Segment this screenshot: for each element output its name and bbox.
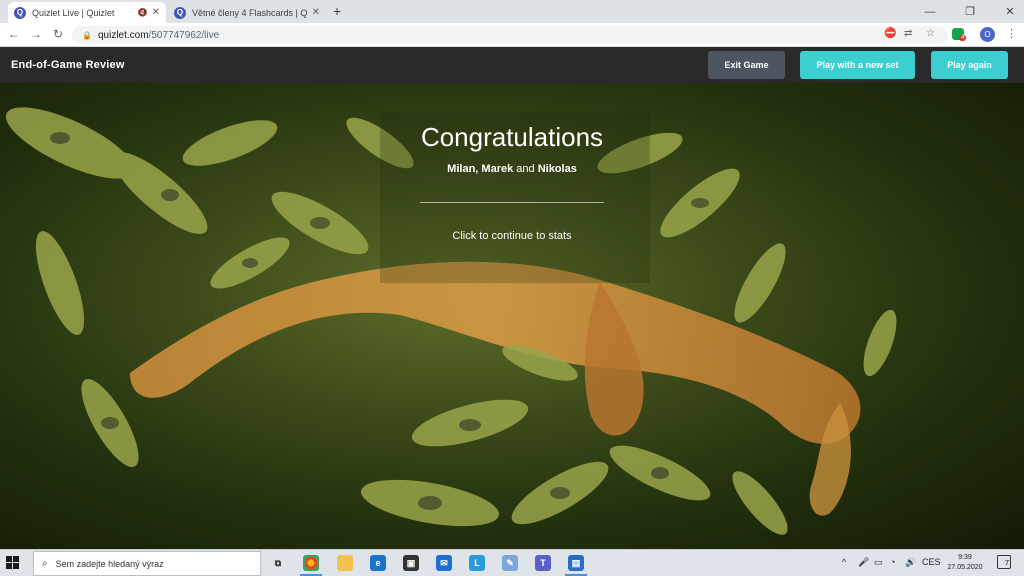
profile-avatar[interactable]: O [980,27,995,42]
paint-icon[interactable]: ✎ [502,555,518,571]
translate-icon[interactable]: ⇄ [904,28,912,39]
battery-icon[interactable]: ▭ [874,557,883,568]
system-clock[interactable]: 9:39 27.05.2020 [940,553,990,573]
winners-line: Milan, Marek and Nikolas [0,163,1024,175]
divider [420,202,604,203]
play-again-button[interactable]: Play again [931,51,1008,79]
quizlet-favicon-icon: Q [174,6,186,19]
mail-icon[interactable]: ✉ [436,555,452,571]
exit-game-button[interactable]: Exit Game [708,51,785,79]
language-indicator[interactable]: CES [922,557,941,567]
browser-tab-strip: Q Quizlet Live | Quizlet 🔇 ✕ Q Větné čle… [0,0,1024,23]
search-placeholder: Sem zadejte hledaný výraz [55,558,164,569]
back-icon[interactable]: ← [6,27,22,41]
continue-to-stats-link[interactable]: Click to continue to stats [0,230,1024,242]
file-explorer-icon[interactable] [337,555,353,571]
reload-icon[interactable]: ↻ [50,27,66,41]
winner-name: Nikolas [537,163,577,175]
store-icon[interactable]: ▣ [403,555,419,571]
forward-icon[interactable]: → [28,27,44,41]
clock-time: 9:39 [958,554,972,561]
browser-toolbar: ← → ↻ 🔒 quizlet.com/507747962/live ⛔ ⇄ ☆ [0,23,1024,47]
address-bar[interactable]: 🔒 quizlet.com/507747962/live [72,26,948,44]
taskbar-search-input[interactable]: ⌕ Sem zadejte hledaný výraz [33,551,261,576]
volume-icon[interactable]: 🔊 [905,557,916,568]
windows-taskbar: ⌕ Sem zadejte hledaný výraz ⧉ e ▣ ✉ L ✎ … [0,549,1024,576]
minimize-icon[interactable]: — [910,0,950,23]
chrome-icon[interactable] [303,555,319,571]
edge-icon[interactable]: e [370,555,386,571]
notification-count: 7 [1005,560,1009,567]
task-view-icon[interactable]: ⧉ [270,555,286,571]
tab-title: Větné členy 4 Flashcards | Quizlet [192,7,308,18]
speaker-muted-icon[interactable]: 🔇 [138,8,148,17]
bookmark-star-icon[interactable]: ☆ [926,28,935,39]
close-window-icon[interactable]: ✕ [990,0,1024,23]
winner-name: Milan [447,163,476,175]
lock-icon: 🔒 [82,30,92,40]
url-path: /507747962/live [148,29,220,41]
winner-name: Marek [481,163,514,175]
tab-flashcards[interactable]: Q Větné členy 4 Flashcards | Quizlet ✕ [168,2,326,23]
tab-quizlet-live[interactable]: Q Quizlet Live | Quizlet 🔇 ✕ [8,2,166,23]
windows-start-icon[interactable] [6,556,20,570]
browser-menu-icon[interactable]: ⋮ [1006,27,1017,40]
l-app-icon[interactable]: L [469,555,485,571]
winner-separator: and [513,163,538,175]
close-tab-icon[interactable]: ✕ [152,7,160,18]
notification-center-icon[interactable]: 7 [997,555,1011,569]
search-icon: ⌕ [42,558,48,569]
close-tab-icon[interactable]: ✕ [312,7,320,18]
microphone-icon[interactable]: 🎤 [858,557,869,568]
new-tab-button[interactable]: + [333,3,341,19]
restore-icon[interactable]: ❐ [950,0,990,23]
play-new-set-button[interactable]: Play with a new set [800,51,915,79]
quizlet-favicon-icon: Q [14,6,26,19]
document-icon[interactable]: ▤ [568,555,584,571]
tab-title: Quizlet Live | Quizlet [32,7,115,18]
teams-icon[interactable]: T [535,555,551,571]
wifi-icon[interactable]: ◔ [890,557,895,567]
blocked-content-icon[interactable]: ⛔ [884,28,896,39]
chevron-up-icon[interactable]: ^ [842,557,846,567]
clock-date: 27.05.2020 [947,564,983,571]
url-host: quizlet.com [97,29,149,41]
congratulations-heading: Congratulations [420,122,604,152]
page-title: End-of-Game Review [11,59,125,71]
